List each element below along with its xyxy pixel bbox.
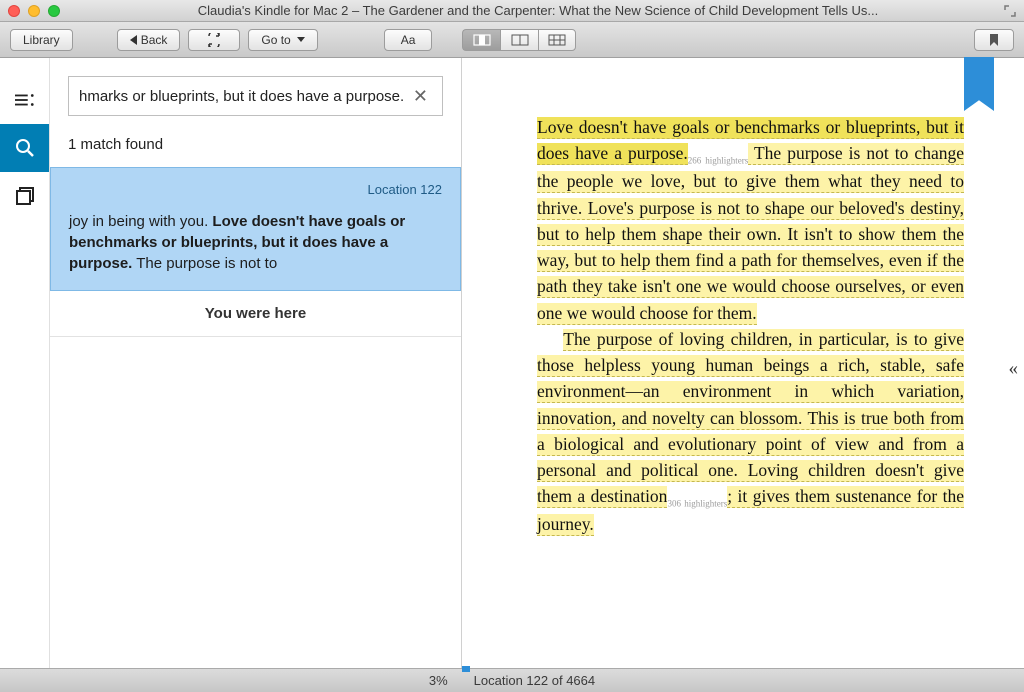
chevron-down-icon xyxy=(297,37,305,42)
toolbar: Library Back Go to Aa xyxy=(0,22,1024,58)
search-tab[interactable] xyxy=(0,124,49,172)
result-snippet: joy in being with you. Love doesn't have… xyxy=(69,211,442,274)
window-title: Claudia's Kindle for Mac 2 – The Gardene… xyxy=(72,3,1004,18)
titlebar: Claudia's Kindle for Mac 2 – The Gardene… xyxy=(0,0,1024,22)
notebook-icon xyxy=(16,187,34,205)
toc-tab[interactable] xyxy=(0,76,49,124)
page-content: Love doesn't have goals or benchmarks or… xyxy=(537,114,964,538)
highlight-span-2a: The purpose of loving children, in parti… xyxy=(537,329,964,509)
sync-button[interactable] xyxy=(188,29,240,51)
single-column-button[interactable] xyxy=(462,29,500,51)
search-input[interactable] xyxy=(79,88,409,105)
reader-pane: Love doesn't have goals or benchmarks or… xyxy=(462,58,1024,668)
goto-label: Go to xyxy=(261,33,290,47)
main-area: ✕ 1 match found Location 122 joy in bein… xyxy=(0,58,1024,668)
font-label: Aa xyxy=(401,33,416,47)
reading-percent: 3% xyxy=(429,673,448,688)
single-column-icon xyxy=(473,34,491,46)
highlight-count-1: 266 highlighters xyxy=(688,156,748,166)
search-box: ✕ xyxy=(68,76,443,116)
match-count: 1 match found xyxy=(50,128,461,167)
zoom-window-button[interactable] xyxy=(48,5,60,17)
prev-page-button[interactable]: « xyxy=(1009,358,1019,380)
scroll-view-icon xyxy=(548,34,566,46)
bookmark-icon xyxy=(988,33,1000,47)
progress-indicator[interactable] xyxy=(462,666,470,672)
notebook-tab[interactable] xyxy=(0,172,49,220)
search-panel: ✕ 1 match found Location 122 joy in bein… xyxy=(50,58,462,668)
search-icon xyxy=(15,138,35,158)
highlight-count-2: 306 highlighters xyxy=(667,499,727,509)
result-location: Location 122 xyxy=(69,178,442,211)
highlight-span-1: The purpose is not to change the people … xyxy=(537,143,964,324)
library-label: Library xyxy=(23,33,60,47)
back-icon xyxy=(130,35,137,45)
status-bar: 3% Location 122 of 4664 xyxy=(0,668,1024,692)
sync-icon xyxy=(205,33,223,47)
minimize-window-button[interactable] xyxy=(28,5,40,17)
font-button[interactable]: Aa xyxy=(384,29,433,51)
view-mode-group xyxy=(462,29,576,51)
traffic-lights xyxy=(8,5,60,17)
scroll-view-button[interactable] xyxy=(538,29,576,51)
close-window-button[interactable] xyxy=(8,5,20,17)
search-result[interactable]: Location 122 joy in being with you. Love… xyxy=(50,167,461,291)
fullscreen-icon[interactable] xyxy=(1004,5,1016,17)
library-button[interactable]: Library xyxy=(10,29,73,51)
reading-location: Location 122 of 4664 xyxy=(474,673,595,688)
two-column-icon xyxy=(511,34,529,46)
back-button[interactable]: Back xyxy=(117,29,181,51)
goto-button[interactable]: Go to xyxy=(248,29,317,51)
back-label: Back xyxy=(141,33,168,47)
bookmark-button[interactable] xyxy=(974,29,1014,51)
left-rail xyxy=(0,58,50,668)
bookmark-ribbon[interactable] xyxy=(964,57,994,111)
toc-icon xyxy=(15,93,35,107)
clear-search-button[interactable]: ✕ xyxy=(409,86,432,107)
you-were-here-marker: You were here xyxy=(50,291,461,337)
two-column-button[interactable] xyxy=(500,29,538,51)
